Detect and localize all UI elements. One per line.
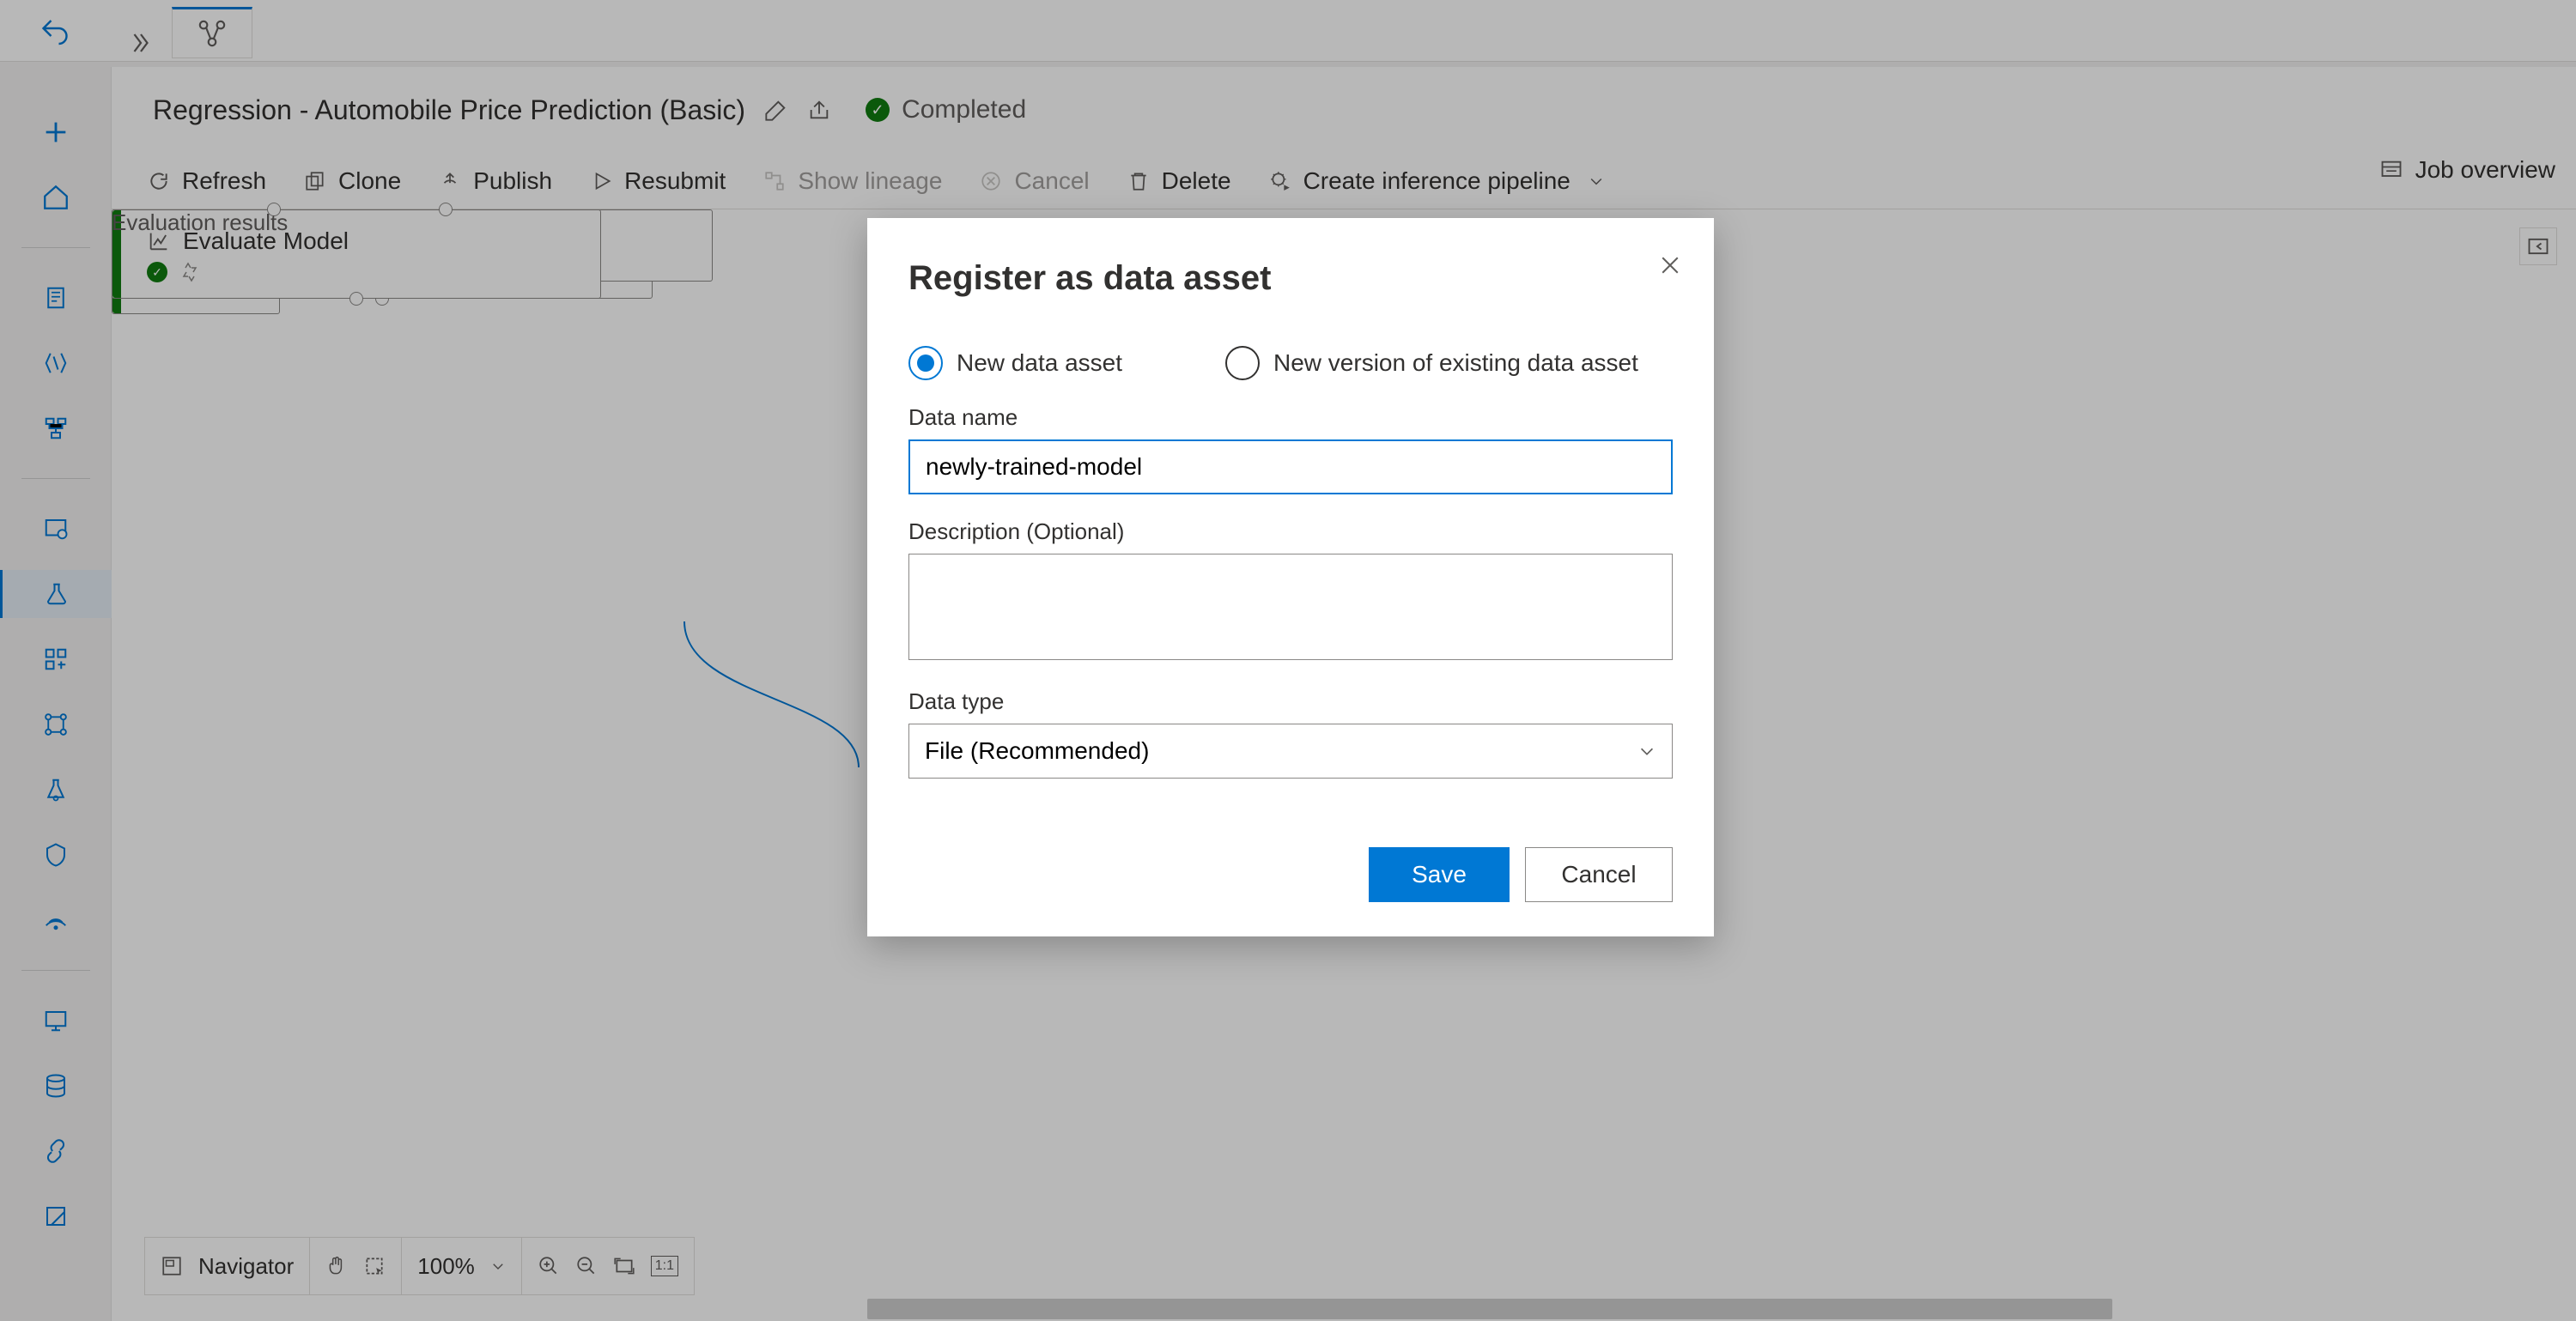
data-type-label: Data type	[908, 688, 1673, 715]
data-type-select[interactable]: File (Recommended)	[908, 724, 1673, 779]
description-input[interactable]	[908, 554, 1673, 660]
radio-circle-icon	[1225, 346, 1260, 380]
radio-new-version-existing[interactable]: New version of existing data asset	[1225, 346, 1638, 380]
cancel-dialog-button[interactable]: Cancel	[1525, 847, 1673, 902]
radio-new-data-asset[interactable]: New data asset	[908, 346, 1122, 380]
close-icon[interactable]	[1657, 252, 1683, 278]
save-button[interactable]: Save	[1369, 847, 1510, 902]
data-name-input[interactable]	[908, 439, 1673, 494]
dialog-title: Register as data asset	[908, 259, 1673, 298]
register-data-asset-dialog: Register as data asset New data asset Ne…	[867, 218, 1714, 936]
description-label: Description (Optional)	[908, 518, 1673, 545]
data-name-label: Data name	[908, 404, 1673, 431]
radio-circle-icon	[908, 346, 943, 380]
chevron-down-icon	[1637, 742, 1656, 760]
